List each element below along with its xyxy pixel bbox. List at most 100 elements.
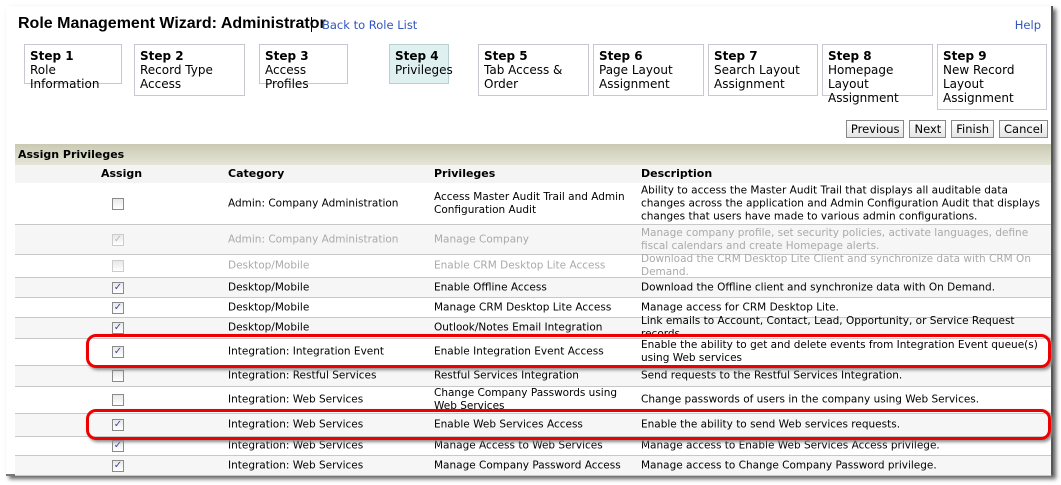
table-row: ✓ Integration: Integration Event Enable … — [15, 339, 1051, 366]
description-cell: Manage company profile, set security pol… — [641, 226, 1029, 252]
step-label: Tab Access & Order — [484, 63, 563, 91]
step-number: Step 8 — [828, 49, 872, 63]
category-cell: Integration: Web Services — [228, 459, 364, 471]
assign-checkbox[interactable] — [112, 197, 124, 210]
cancel-button[interactable]: Cancel — [999, 120, 1048, 138]
step-label: New Record Layout Assignment — [943, 63, 1015, 105]
category-cell: Desktop/Mobile — [228, 301, 310, 313]
step-number: Step 7 — [714, 49, 758, 63]
category-cell: Admin: Company Administration — [228, 233, 399, 245]
privilege-cell: Enable CRM Desktop Lite Access — [434, 259, 606, 272]
table-row: ✓ Desktop/Mobile Outlook/Notes Email Int… — [15, 315, 1051, 340]
step-number: Step 6 — [599, 49, 643, 63]
step-1[interactable]: Step 1 Role Information — [24, 44, 122, 91]
privilege-cell: Outlook/Notes Email Integration — [434, 321, 603, 334]
table-row: ✓ Integration: Web Services Enable Web S… — [15, 414, 1051, 437]
assign-checkbox[interactable]: ✓ — [112, 459, 124, 472]
step-label: Access Profiles — [265, 63, 309, 91]
description-cell: Manage access for CRM Desktop Lite. — [641, 301, 839, 313]
assign-checkbox[interactable]: ✓ — [112, 419, 124, 431]
privilege-cell: Enable Web Services Access — [434, 418, 583, 431]
wizard-buttons: Previous Next Finish Cancel — [845, 120, 1048, 138]
description-cell: Enable the ability to send Web services … — [641, 418, 901, 431]
assign-checkbox[interactable]: ✓ — [112, 322, 124, 334]
step-4[interactable]: Step 4 Privileges — [389, 44, 453, 84]
privilege-cell: Manage CRM Desktop Lite Access — [434, 301, 612, 313]
step-number: Step 9 — [943, 49, 987, 63]
privilege-cell: Manage Company Password Access — [434, 459, 621, 471]
privilege-cell: Enable Offline Access — [434, 281, 547, 293]
step-label: Homepage Layout Assignment — [828, 63, 899, 105]
table-row: Integration: Web Services Change Company… — [15, 387, 1051, 414]
table-header: Assign Category Privileges Description — [15, 165, 1051, 183]
description-cell: Manage access to Change Company Password… — [641, 459, 937, 471]
category-cell: Integration: Integration Event — [228, 345, 385, 358]
privileges-table: Admin: Company Administration Access Mas… — [15, 183, 1051, 476]
description-cell: Link emails to Account, Contact, Lead, O… — [641, 315, 1015, 340]
step-number: Step 3 — [265, 49, 309, 63]
description-cell: Download the CRM Desktop Lite Client and… — [641, 253, 1031, 278]
finish-button[interactable]: Finish — [951, 120, 995, 138]
description-cell: Manage access to Enable Web Services Acc… — [641, 439, 940, 452]
step-3[interactable]: Step 3 Access Profiles — [259, 44, 348, 91]
column-header-privileges[interactable]: Privileges — [434, 167, 495, 180]
privilege-cell: Access Master Audit Trail and Admin Conf… — [434, 190, 625, 216]
section-title: Assign Privileges — [15, 144, 1051, 165]
step-number: Step 4 — [395, 49, 439, 63]
assign-checkbox[interactable] — [112, 394, 124, 406]
description-cell: Change passwords of users in the company… — [641, 393, 980, 406]
table-row: Integration: Restful Services Restful Se… — [15, 366, 1051, 387]
description-cell: Download the Offline client and synchron… — [641, 281, 996, 293]
category-cell: Admin: Company Administration — [228, 197, 399, 209]
table-row: Admin: Company Administration Access Mas… — [15, 183, 1051, 225]
category-cell: Desktop/Mobile — [228, 281, 310, 293]
step-label: Record Type Access — [140, 63, 213, 91]
step-6[interactable]: Step 6 Page Layout Assignment — [593, 44, 704, 96]
step-number: Step 1 — [30, 49, 74, 63]
assign-checkbox[interactable]: ✓ — [112, 440, 124, 452]
step-label: Privileges — [395, 63, 453, 77]
column-header-description[interactable]: Description — [641, 167, 712, 180]
table-row: ✓ Integration: Web Services Manage Acces… — [15, 437, 1051, 456]
step-number: Step 2 — [140, 49, 184, 63]
category-cell: Integration: Web Services — [228, 418, 364, 431]
privilege-cell: Restful Services Integration — [434, 369, 579, 382]
step-8[interactable]: Step 8 Homepage Layout Assignment — [822, 44, 933, 105]
back-to-role-list-link[interactable]: Back to Role List — [322, 18, 417, 32]
next-button[interactable]: Next — [909, 120, 947, 138]
privilege-cell: Manage Access to Web Services — [434, 439, 603, 452]
category-cell: Desktop/Mobile — [228, 321, 310, 334]
assign-checkbox[interactable]: ✓ — [112, 301, 124, 314]
assign-checkbox — [112, 260, 124, 272]
table-row: ✓ Integration: Web Services Manage Compa… — [15, 456, 1051, 476]
step-label: Search Layout Assignment — [714, 63, 800, 91]
step-label: Page Layout Assignment — [599, 63, 673, 91]
step-2[interactable]: Step 2 Record Type Access — [134, 44, 245, 96]
assign-checkbox: ✓ — [112, 233, 124, 246]
divider — [311, 17, 312, 32]
category-cell: Integration: Web Services — [228, 393, 364, 406]
category-cell: Integration: Restful Services — [228, 369, 377, 382]
column-header-category[interactable]: Category — [228, 167, 284, 180]
previous-button[interactable]: Previous — [845, 120, 905, 138]
step-number: Step 5 — [484, 49, 528, 63]
privilege-cell: Change Company Passwords using Web Servi… — [434, 387, 618, 412]
category-cell: Desktop/Mobile — [228, 259, 310, 272]
help-link[interactable]: Help — [1015, 18, 1041, 32]
step-9[interactable]: Step 9 New Record Layout Assignment — [937, 44, 1047, 110]
step-5[interactable]: Step 5 Tab Access & Order — [478, 44, 589, 96]
assign-checkbox[interactable] — [112, 370, 124, 382]
description-cell: Enable the ability to get and delete eve… — [641, 339, 1038, 364]
assign-checkbox[interactable]: ✓ — [112, 281, 124, 294]
assign-checkbox[interactable]: ✓ — [112, 346, 124, 358]
table-row: ✓ Desktop/Mobile Enable Offline Access D… — [15, 278, 1051, 298]
step-7[interactable]: Step 7 Search Layout Assignment — [708, 44, 818, 96]
category-cell: Integration: Web Services — [228, 439, 364, 452]
step-label: Role Information — [30, 63, 100, 91]
table-row: ✓ Admin: Company Administration Manage C… — [15, 225, 1051, 255]
privilege-cell: Enable Integration Event Access — [434, 345, 604, 358]
column-header-assign[interactable]: Assign — [101, 167, 142, 180]
description-cell: Send requests to the Restful Services In… — [641, 369, 903, 382]
table-row: Desktop/Mobile Enable CRM Desktop Lite A… — [15, 253, 1051, 278]
privilege-cell: Manage Company — [434, 233, 529, 245]
